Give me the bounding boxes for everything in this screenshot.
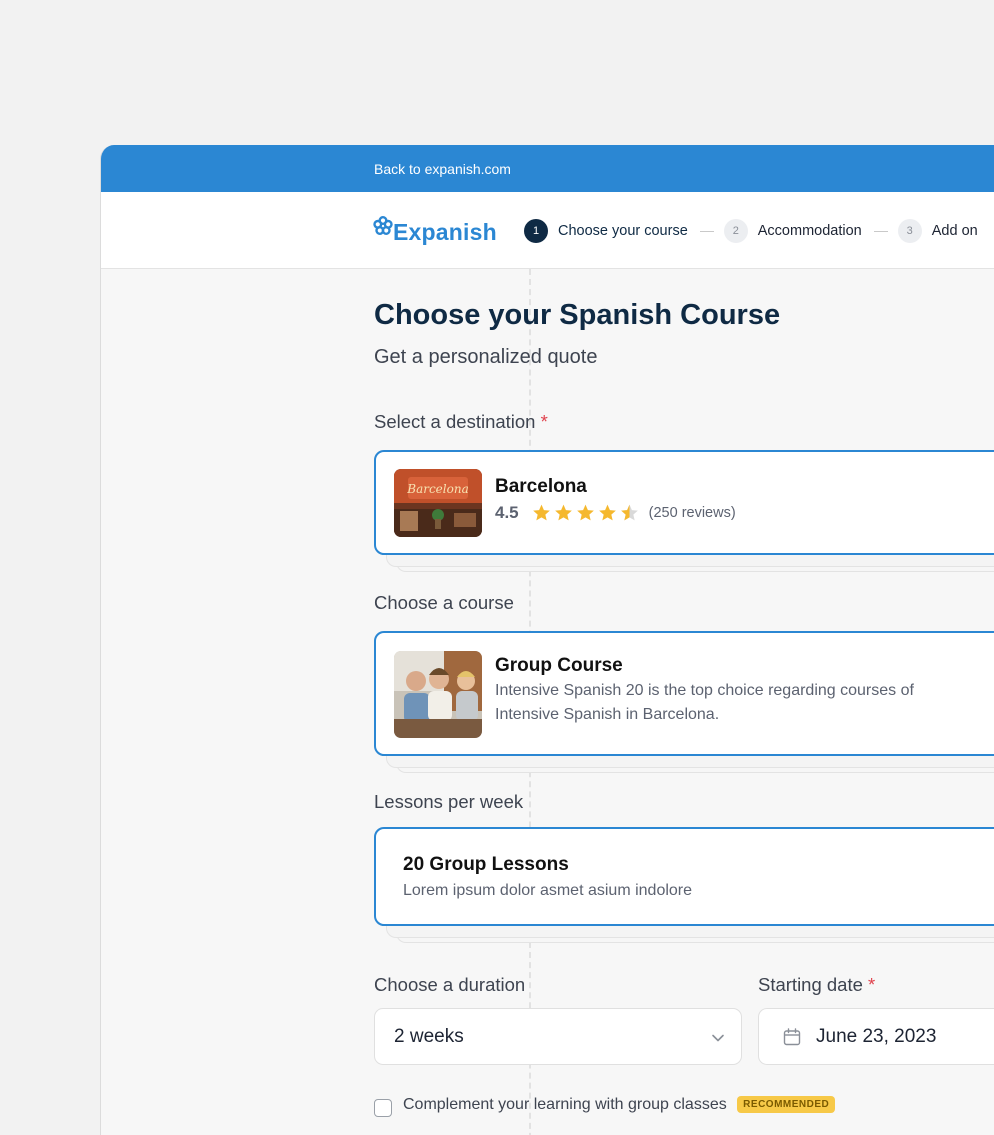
lessons-label: Lessons per week [374, 791, 524, 812]
step-accommodation[interactable]: 2 Accommodation [723, 219, 862, 243]
start-date-label: Starting date * [758, 974, 875, 996]
recommended-badge: RECOMMENDED [737, 1096, 836, 1113]
review-count[interactable]: (250 reviews) [649, 505, 736, 521]
lessons-card-body[interactable]: 20 Group Lessons Lorem ipsum dolor asmet… [374, 827, 994, 926]
destination-card-body[interactable]: Barcelona Barcelona 4.5 (250 reviews) [374, 450, 994, 555]
star-icon [532, 504, 550, 521]
step-label: Add on [931, 223, 978, 239]
back-link[interactable]: Back to expanish.com [374, 161, 511, 177]
step-number: 3 [897, 219, 922, 243]
header-nav: Expanish 1 Choose your course 2 Accommod… [101, 192, 994, 269]
step-choose-course[interactable]: 1 Choose your course [524, 219, 688, 243]
start-date-value: June 23, 2023 [816, 1025, 937, 1047]
required-mark: * [868, 974, 876, 995]
course-card-body[interactable]: Group Course Intensive Spanish 20 is the… [374, 631, 994, 756]
start-date-input[interactable]: June 23, 2023 [758, 1008, 994, 1065]
destination-label-text: Select a destination [374, 411, 536, 432]
brand-name: Expanish [393, 219, 497, 245]
page-title: Choose your Spanish Course [374, 299, 781, 331]
step-number: 2 [723, 219, 748, 243]
group-classes-text: Complement your learning with group clas… [403, 1096, 727, 1113]
destination-label: Select a destination * [374, 411, 548, 433]
flower-logo-icon [373, 216, 393, 235]
star-rating [531, 503, 641, 523]
course-name: Group Course [495, 655, 623, 676]
required-mark: * [540, 411, 548, 432]
calendar-icon [783, 1027, 801, 1045]
duration-select[interactable]: 2 weeks [374, 1008, 742, 1065]
step-number: 1 [524, 219, 548, 243]
rating-value: 4.5 [495, 503, 519, 522]
chevron-down-icon [712, 1034, 724, 1042]
destination-name: Barcelona [495, 476, 587, 497]
star-icon [554, 504, 572, 521]
lessons-description: Lorem ipsum dolor asmet asium indolore [403, 882, 693, 899]
rating: 4.5 (250 reviews) [495, 503, 736, 523]
start-date-label-text: Starting date [758, 974, 863, 995]
step-separator [699, 230, 714, 232]
duration-value: 2 weeks [394, 1025, 464, 1047]
duration-label: Choose a duration [374, 974, 526, 995]
half-star-icon [620, 504, 638, 521]
destination-card[interactable]: Barcelona Barcelona 4.5 (250 reviews) [374, 450, 994, 572]
group-classes-checkbox[interactable] [374, 1099, 392, 1117]
booking-window: Back to expanish.com Expanish 1 Choose y… [100, 145, 994, 1135]
course-label: Choose a course [374, 592, 514, 613]
step-add-on[interactable]: 3 Add on [897, 219, 978, 243]
page-subtitle: Get a personalized quote [374, 346, 598, 368]
group-classes-label[interactable]: Complement your learning with group clas… [403, 1096, 836, 1114]
step-label: Choose your course [558, 223, 688, 239]
lessons-name: 20 Group Lessons [403, 854, 569, 875]
star-icon [598, 504, 616, 521]
course-description: Intensive Spanish 20 is the top choice r… [495, 682, 914, 723]
star-icon [576, 504, 594, 521]
group-course-thumbnail [394, 651, 482, 738]
progress-steps: 1 Choose your course 2 Accommodation 3 A… [524, 219, 978, 243]
step-label: Accommodation [757, 223, 862, 239]
course-card[interactable]: Group Course Intensive Spanish 20 is the… [374, 631, 994, 773]
logo[interactable]: Expanish [373, 216, 497, 246]
step-separator [873, 230, 888, 232]
top-bar: Back to expanish.com [101, 145, 994, 192]
barcelona-thumbnail: Barcelona [394, 469, 482, 537]
lessons-card[interactable]: 20 Group Lessons Lorem ipsum dolor asmet… [374, 827, 994, 943]
svg-text:Barcelona: Barcelona [406, 482, 468, 496]
